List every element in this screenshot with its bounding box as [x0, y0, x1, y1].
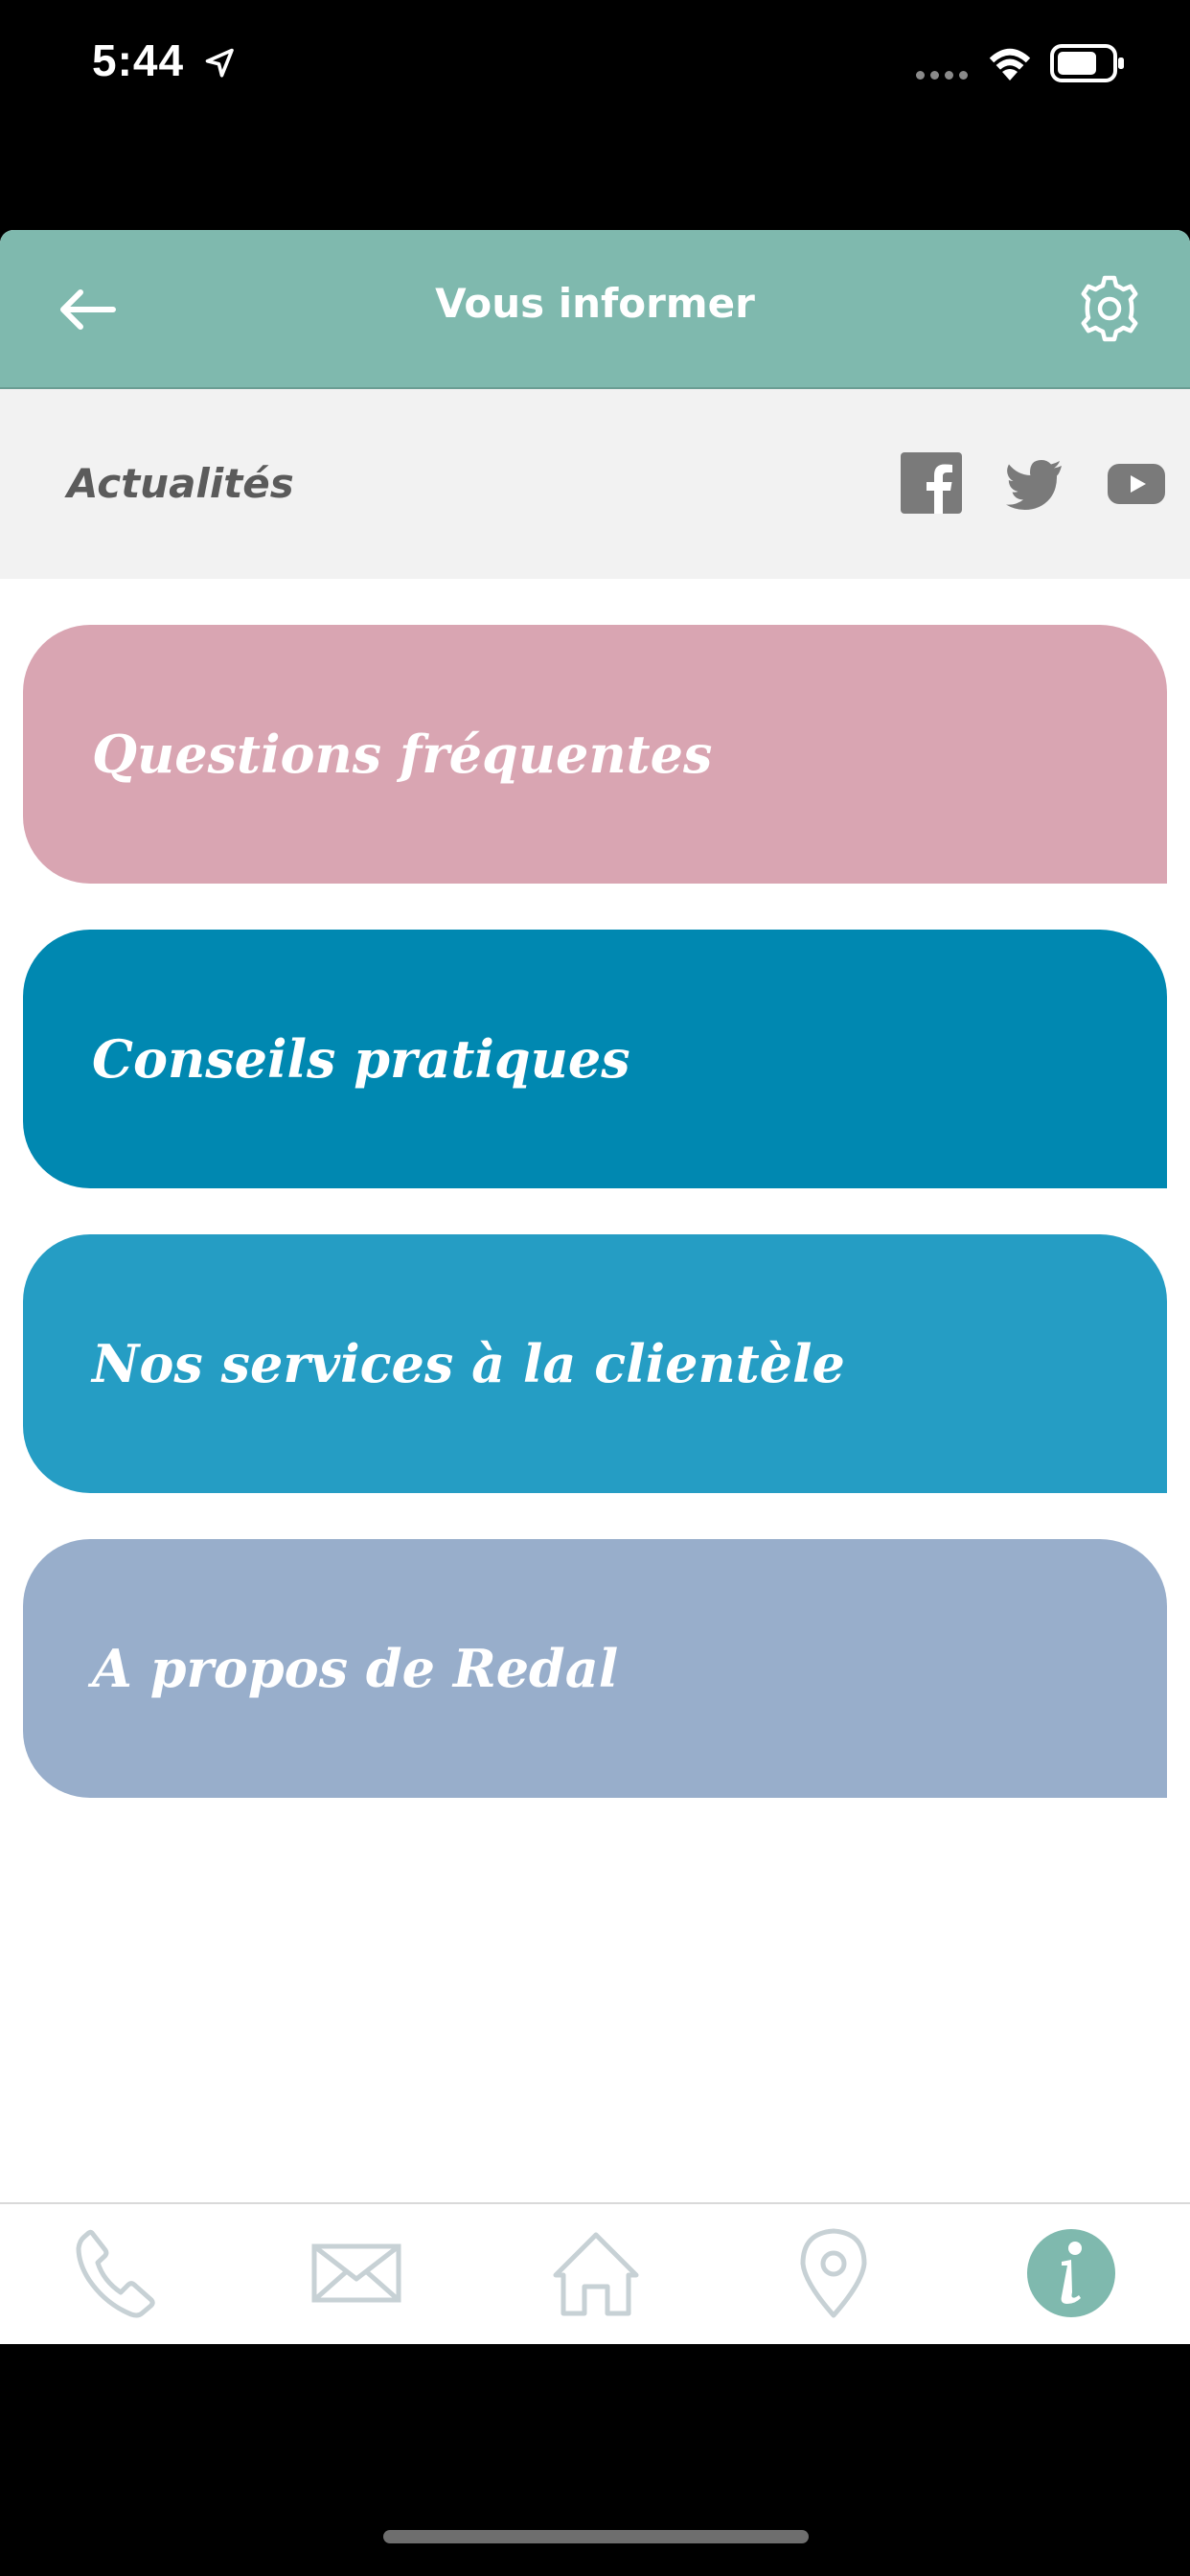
- mail-icon: [311, 2243, 401, 2303]
- card-services-clientele[interactable]: Nos services à la clientèle: [23, 1234, 1167, 1493]
- home-indicator: [383, 2530, 809, 2543]
- screen: 5:44 Vous informer Actualités Questions …: [0, 0, 1190, 2576]
- wifi-icon: [989, 48, 1031, 80]
- status-time: 5:44: [92, 35, 185, 85]
- info-icon: [1027, 2229, 1115, 2317]
- tab-home[interactable]: [548, 2225, 644, 2321]
- card-conseils-pratiques[interactable]: Conseils pratiques: [23, 930, 1167, 1188]
- app-panel: Vous informer Actualités Questions fréqu…: [0, 230, 1190, 2344]
- youtube-icon[interactable]: [1106, 452, 1167, 514]
- news-label[interactable]: Actualités: [67, 460, 294, 507]
- battery-icon: [1050, 44, 1124, 82]
- page-title: Vous informer: [435, 280, 755, 327]
- twitter-icon[interactable]: [1004, 452, 1065, 514]
- map-pin-icon: [800, 2228, 867, 2318]
- location-arrow-icon: [205, 48, 234, 78]
- header: Vous informer: [0, 230, 1190, 389]
- facebook-icon[interactable]: [901, 452, 962, 514]
- cellular-signal-icon: [916, 71, 968, 80]
- card-label: Nos services à la clientèle: [92, 1333, 845, 1394]
- tab-map[interactable]: [786, 2225, 881, 2321]
- card-label: A propos de Redal: [92, 1638, 619, 1699]
- tab-phone[interactable]: [71, 2225, 167, 2321]
- settings-button[interactable]: [1073, 272, 1146, 345]
- menu-cards: Questions fréquentes Conseils pratiques …: [0, 579, 1190, 1798]
- gear-icon: [1081, 275, 1138, 342]
- tab-mail[interactable]: [309, 2225, 404, 2321]
- card-questions-frequentes[interactable]: Questions fréquentes: [23, 625, 1167, 884]
- card-label: Questions fréquentes: [92, 724, 713, 785]
- phone-icon: [76, 2229, 155, 2318]
- card-a-propos-redal[interactable]: A propos de Redal: [23, 1539, 1167, 1798]
- status-bar: 5:44: [0, 0, 1190, 134]
- home-icon: [553, 2232, 639, 2316]
- tab-bar: [0, 2202, 1190, 2344]
- card-label: Conseils pratiques: [92, 1028, 630, 1090]
- tab-info[interactable]: [1023, 2225, 1119, 2321]
- news-bar: Actualités: [0, 389, 1190, 579]
